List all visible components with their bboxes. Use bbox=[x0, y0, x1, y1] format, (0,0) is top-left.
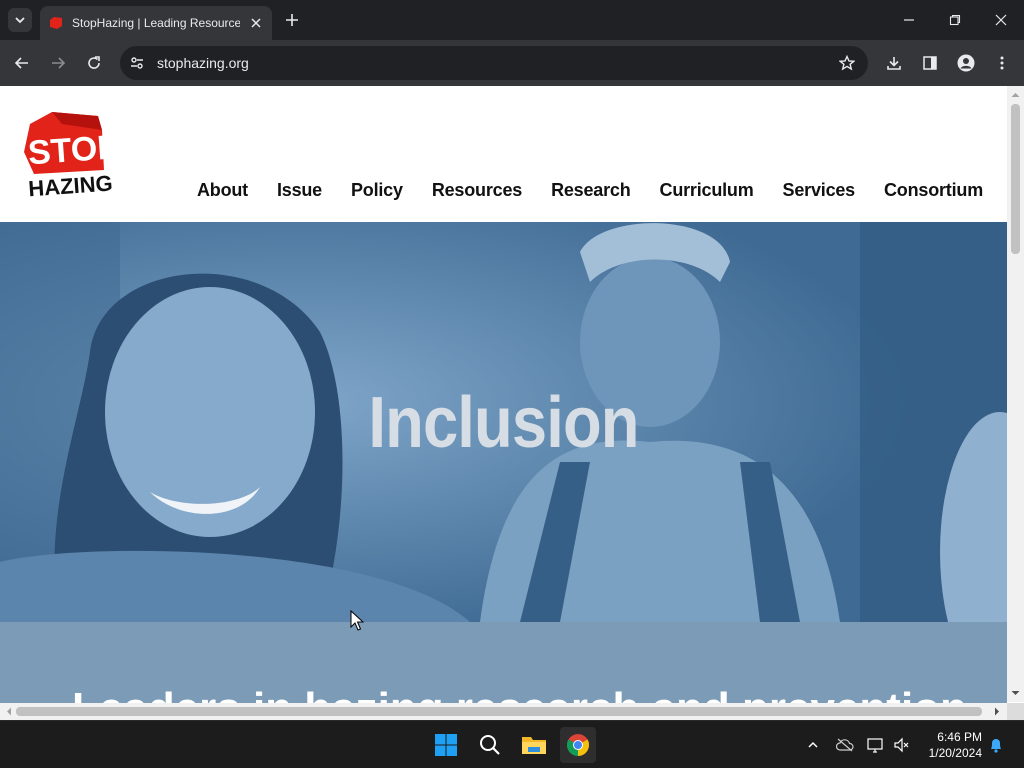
bell-icon bbox=[991, 739, 1001, 753]
plus-icon bbox=[286, 14, 298, 26]
nav-policy[interactable]: Policy bbox=[351, 180, 403, 201]
tab-title: StopHazing | Leading Resource bbox=[72, 16, 240, 30]
back-button[interactable] bbox=[10, 51, 34, 75]
browser-menu-button[interactable] bbox=[990, 51, 1014, 75]
close-window-button[interactable] bbox=[989, 8, 1013, 32]
reload-icon bbox=[88, 56, 100, 69]
site-header: STOP HAZING About Issue Policy Resources… bbox=[0, 86, 1007, 222]
more-vertical-icon bbox=[1000, 56, 1004, 70]
page-viewport: STOP HAZING About Issue Policy Resources… bbox=[0, 86, 1024, 720]
stophazing-logo[interactable]: STOP HAZING bbox=[22, 110, 114, 200]
windows-taskbar: 6:46 PM 1/20/2024 bbox=[0, 720, 1024, 768]
scroll-up-icon bbox=[1011, 93, 1020, 97]
side-panel-button[interactable] bbox=[918, 51, 942, 75]
hero-banner: Inclusion bbox=[0, 222, 1007, 622]
close-icon bbox=[251, 18, 261, 28]
horizontal-scrollbar[interactable] bbox=[0, 703, 1007, 720]
onedrive-tray-icon[interactable] bbox=[835, 735, 855, 755]
minimize-icon bbox=[904, 19, 914, 21]
tab-close-button[interactable] bbox=[248, 15, 264, 31]
tab-search-button[interactable] bbox=[8, 8, 32, 32]
browser-tab-strip: StopHazing | Leading Resource bbox=[0, 0, 1024, 40]
chevron-down-icon bbox=[15, 17, 25, 24]
file-explorer-button[interactable] bbox=[516, 727, 552, 763]
tray-overflow-button[interactable] bbox=[803, 735, 823, 755]
arrow-left-icon bbox=[14, 57, 28, 69]
restore-icon bbox=[949, 14, 961, 26]
cloud-off-icon bbox=[836, 738, 854, 752]
volume-tray-icon[interactable] bbox=[892, 735, 912, 755]
scroll-down-icon bbox=[1011, 691, 1020, 695]
chevron-up-icon bbox=[808, 741, 818, 748]
minimize-button[interactable] bbox=[897, 8, 921, 32]
star-icon bbox=[839, 55, 855, 71]
tune-icon bbox=[131, 57, 143, 69]
horizontal-scroll-thumb[interactable] bbox=[16, 707, 982, 716]
download-icon bbox=[887, 57, 901, 70]
close-icon bbox=[995, 14, 1007, 26]
vertical-scrollbar[interactable] bbox=[1007, 86, 1024, 702]
scroll-left-icon bbox=[7, 707, 11, 716]
browser-toolbar: stophazing.org bbox=[0, 40, 1024, 86]
vertical-scroll-thumb[interactable] bbox=[1011, 104, 1020, 254]
chrome-taskbar-button[interactable] bbox=[560, 727, 596, 763]
windows-logo-icon bbox=[435, 734, 457, 756]
arrow-right-icon bbox=[52, 57, 66, 69]
logo-stop-text: STOP bbox=[27, 128, 114, 172]
nav-about[interactable]: About bbox=[197, 180, 248, 201]
folder-icon bbox=[522, 737, 546, 754]
scrollbar-corner bbox=[1007, 703, 1024, 720]
person-icon bbox=[957, 54, 975, 72]
bookmark-button[interactable] bbox=[838, 54, 856, 72]
network-tray-icon[interactable] bbox=[866, 735, 886, 755]
search-icon bbox=[480, 735, 500, 755]
nav-curriculum[interactable]: Curriculum bbox=[660, 180, 754, 201]
clock-time: 6:46 PM bbox=[937, 730, 982, 744]
nav-research[interactable]: Research bbox=[551, 180, 631, 201]
chrome-icon bbox=[567, 734, 589, 756]
reload-button[interactable] bbox=[82, 51, 106, 75]
new-tab-button[interactable] bbox=[282, 10, 302, 30]
mouse-pointer-icon bbox=[350, 610, 364, 631]
address-bar[interactable]: stophazing.org bbox=[120, 46, 868, 80]
volume-muted-icon bbox=[894, 737, 909, 753]
taskbar-search-button[interactable] bbox=[472, 727, 508, 763]
stophazing-favicon-icon bbox=[50, 17, 62, 29]
notifications-button[interactable] bbox=[986, 735, 1006, 755]
start-button[interactable] bbox=[428, 727, 464, 763]
scroll-right-icon bbox=[995, 707, 999, 716]
restore-button[interactable] bbox=[943, 8, 967, 32]
url-text: stophazing.org bbox=[157, 55, 249, 71]
system-clock[interactable]: 6:46 PM 1/20/2024 bbox=[929, 729, 982, 761]
network-icon bbox=[867, 738, 883, 753]
logo-hazing-text: HAZING bbox=[28, 171, 114, 200]
downloads-button[interactable] bbox=[882, 51, 906, 75]
profile-button[interactable] bbox=[954, 51, 978, 75]
nav-consortium[interactable]: Consortium bbox=[884, 180, 983, 201]
site-info-button[interactable] bbox=[128, 54, 146, 72]
hero-word: Inclusion bbox=[368, 383, 639, 463]
main-nav: About Issue Policy Resources Research Cu… bbox=[197, 180, 983, 201]
side-panel-icon bbox=[923, 56, 937, 70]
nav-resources[interactable]: Resources bbox=[432, 180, 522, 201]
clock-date: 1/20/2024 bbox=[928, 746, 982, 760]
forward-button[interactable] bbox=[46, 51, 70, 75]
nav-issue[interactable]: Issue bbox=[277, 180, 322, 201]
nav-services[interactable]: Services bbox=[783, 180, 856, 201]
browser-tab[interactable]: StopHazing | Leading Resource bbox=[40, 6, 272, 40]
